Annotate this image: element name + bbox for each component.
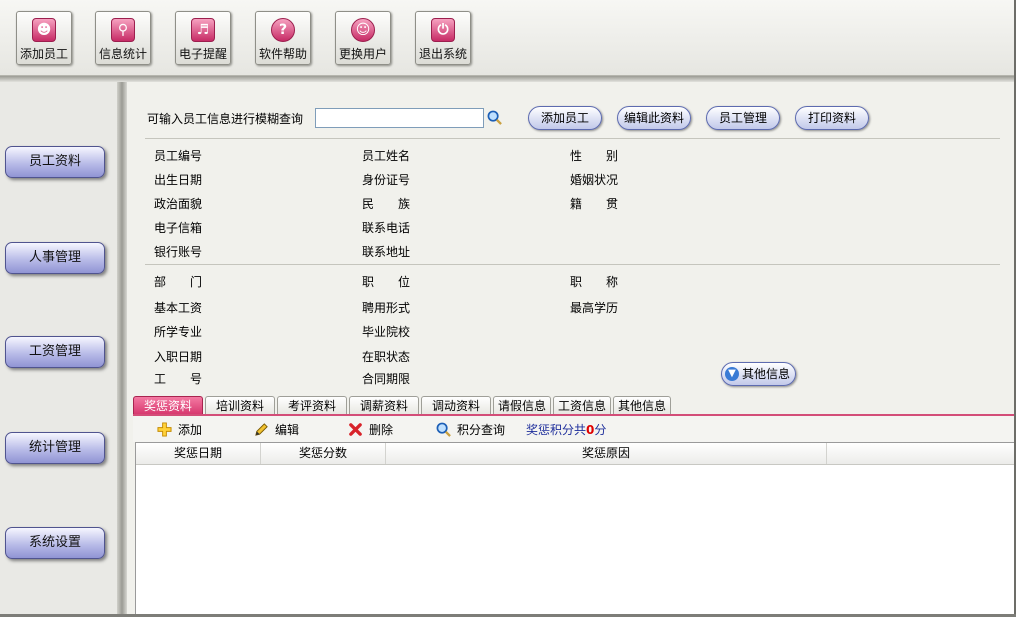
plus-icon (157, 422, 172, 437)
field-label: 合同期限 (362, 372, 411, 386)
field-label: 婚姻状况 (570, 173, 619, 187)
grid-edit-label: 编辑 (275, 423, 300, 437)
tab-other-info[interactable]: 其他信息 (613, 396, 671, 415)
delete-x-icon (349, 423, 362, 436)
field-label: 银行账号 (154, 245, 203, 259)
speaker-icon: ♬ (191, 18, 215, 42)
help-toolbar-button[interactable]: ? 软件帮助 (255, 11, 311, 65)
magnifier-icon (436, 422, 451, 437)
field-label: 身份证号 (362, 173, 411, 187)
exit-toolbar-button[interactable]: ⏻ 退出系统 (415, 11, 471, 65)
other-info-label: 其他信息 (742, 367, 791, 381)
score-query-label: 积分查询 (457, 423, 506, 437)
field-label: 毕业院校 (362, 325, 411, 339)
grid-add-button[interactable]: 添加 (157, 421, 202, 438)
employee-management-button[interactable]: 员工管理 (706, 106, 780, 130)
search-icon: ⚲ (111, 18, 135, 42)
print-record-button[interactable]: 打印资料 (795, 106, 869, 130)
power-icon: ⏻ (431, 18, 455, 42)
field-label: 电子信箱 (154, 221, 203, 235)
column-header-empty (827, 443, 1015, 464)
sidebar-item-employee-info[interactable]: 员工资料 (5, 146, 105, 178)
field-label: 联系地址 (362, 245, 411, 259)
users-icon: ☺ (351, 18, 375, 42)
field-label: 在职状态 (362, 350, 411, 364)
help-icon: ? (271, 18, 295, 42)
field-label: 政治面貌 (154, 197, 203, 211)
sidebar-item-system-settings[interactable]: 系统设置 (5, 527, 105, 559)
grid-delete-button[interactable]: 删除 (348, 421, 393, 438)
search-input[interactable] (315, 108, 484, 128)
tab-evaluation[interactable]: 考评资料 (277, 396, 347, 415)
magnifier-icon[interactable] (487, 110, 502, 125)
edit-record-button[interactable]: 编辑此资料 (617, 106, 691, 130)
column-header-reason[interactable]: 奖惩原因 (386, 443, 827, 464)
column-header-score[interactable]: 奖惩分数 (261, 443, 386, 464)
tab-rewards-punishments[interactable]: 奖惩资料 (133, 396, 203, 415)
add-employee-toolbar-button[interactable]: ☻ 添加员工 (16, 11, 72, 65)
field-label: 所学专业 (154, 325, 203, 339)
toolbar-button-label: 添加员工 (19, 47, 68, 61)
field-label: 基本工资 (154, 301, 203, 315)
tab-transfer[interactable]: 调动资料 (421, 396, 491, 415)
field-label: 员工姓名 (362, 149, 411, 163)
sidebar-item-statistics-management[interactable]: 统计管理 (5, 432, 105, 464)
other-info-button[interactable]: ▼ 其他信息 (721, 362, 796, 386)
field-label: 工 号 (154, 372, 203, 386)
toolbar-button-label: 信息统计 (98, 47, 147, 61)
user-icon: ☻ (32, 18, 56, 42)
score-total: 奖惩积分共0分 (526, 421, 606, 438)
field-label: 最高学历 (570, 301, 619, 315)
grid-toolbar: 添加 编辑 删除 积分查询 奖惩积分共0分 (133, 416, 1016, 442)
field-label: 籍 贯 (570, 197, 619, 211)
toolbar-button-label: 电子提醒 (178, 47, 227, 61)
sidebar-item-hr-management[interactable]: 人事管理 (5, 242, 105, 274)
table-header: 奖惩日期 奖惩分数 奖惩原因 (136, 443, 1015, 465)
grid-add-label: 添加 (178, 423, 203, 437)
search-label: 可输入员工信息进行模糊查询 (147, 112, 304, 126)
column-header-date[interactable]: 奖惩日期 (136, 443, 261, 464)
arrow-down-icon: ▼ (725, 367, 739, 381)
add-employee-button[interactable]: 添加员工 (528, 106, 602, 130)
field-label: 联系电话 (362, 221, 411, 235)
score-suffix: 分 (594, 423, 607, 437)
sidebar-splitter[interactable] (117, 82, 127, 617)
toolbar-button-label: 更换用户 (338, 47, 387, 61)
divider (145, 138, 1000, 139)
divider (145, 264, 1000, 265)
field-label: 职 位 (362, 275, 411, 289)
field-label: 部 门 (154, 275, 203, 289)
field-label: 聘用形式 (362, 301, 411, 315)
score-prefix: 奖惩积分共 (526, 423, 587, 437)
score-query-button[interactable]: 积分查询 (436, 421, 505, 438)
statistics-toolbar-button[interactable]: ⚲ 信息统计 (95, 11, 151, 65)
switch-user-toolbar-button[interactable]: ☺ 更换用户 (335, 11, 391, 65)
field-label: 员工编号 (154, 149, 203, 163)
tab-leave[interactable]: 请假信息 (493, 396, 551, 415)
field-label: 入职日期 (154, 350, 203, 364)
field-label: 民 族 (362, 197, 411, 211)
sidebar: 员工资料 人事管理 工资管理 统计管理 系统设置 (0, 82, 120, 617)
field-label: 性 别 (570, 149, 619, 163)
grid-edit-button[interactable]: 编辑 (254, 421, 299, 438)
tab-training[interactable]: 培训资料 (205, 396, 275, 415)
pencil-icon (255, 423, 268, 436)
field-label: 职 称 (570, 275, 619, 289)
main-panel: 可输入员工信息进行模糊查询 添加员工 编辑此资料 员工管理 打印资料 员工编号 … (127, 82, 1016, 617)
reminder-toolbar-button[interactable]: ♬ 电子提醒 (175, 11, 231, 65)
toolbar-button-label: 退出系统 (418, 47, 467, 61)
grid-delete-label: 删除 (369, 423, 394, 437)
toolbar-button-label: 软件帮助 (258, 47, 307, 61)
tab-salary-adjustment[interactable]: 调薪资料 (349, 396, 419, 415)
rewards-table[interactable]: 奖惩日期 奖惩分数 奖惩原因 (135, 442, 1016, 615)
tab-salary-info[interactable]: 工资信息 (553, 396, 611, 415)
field-label: 出生日期 (154, 173, 203, 187)
top-toolbar: ☻ 添加员工 ⚲ 信息统计 ♬ 电子提醒 ? 软件帮助 ☺ 更换用户 ⏻ 退出系… (0, 0, 1016, 76)
sidebar-item-salary-management[interactable]: 工资管理 (5, 336, 105, 368)
